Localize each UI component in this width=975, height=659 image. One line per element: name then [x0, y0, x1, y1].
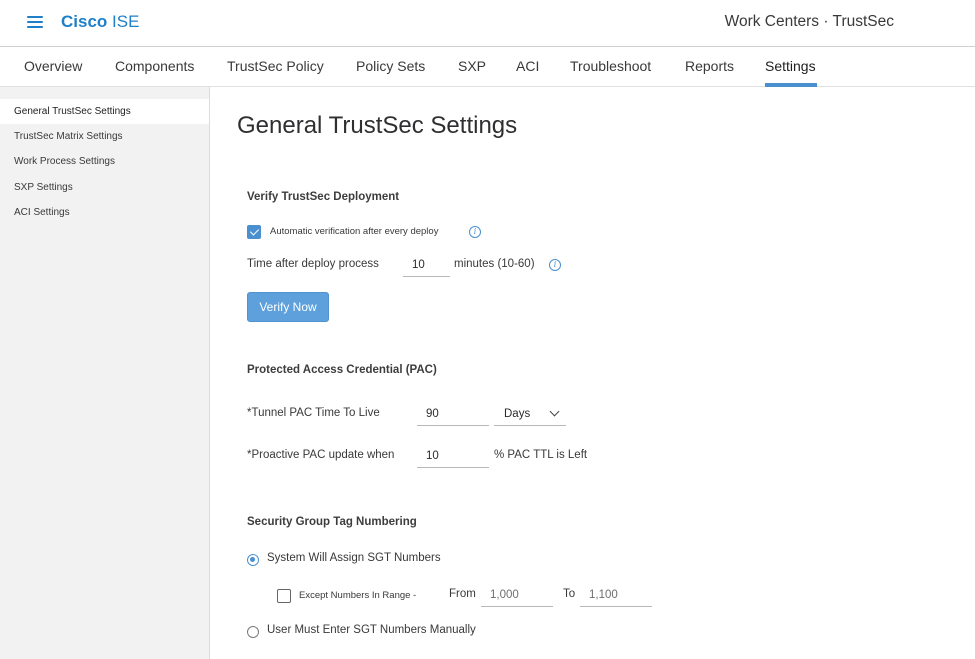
time-after-deploy-label: Time after deploy process — [247, 258, 379, 270]
main-tabs: Overview Components TrustSec Policy Poli… — [0, 48, 975, 87]
tab-aci[interactable]: ACI — [516, 58, 539, 74]
proactive-pac-label: *Proactive PAC update when — [247, 449, 395, 461]
tunnel-pac-ttl-input[interactable] — [417, 402, 489, 426]
time-unit-label: minutes (10-60) — [454, 258, 535, 270]
to-label: To — [563, 588, 576, 600]
brand-secondary: ISE — [112, 12, 140, 31]
auto-verify-checkbox[interactable] — [247, 225, 261, 239]
system-assign-sgt-radio[interactable] — [247, 554, 259, 566]
tab-reports[interactable]: Reports — [685, 58, 734, 74]
tab-settings[interactable]: Settings — [765, 58, 816, 74]
verify-section-title: Verify TrustSec Deployment — [247, 191, 400, 203]
tunnel-pac-ttl-label: *Tunnel PAC Time To Live — [247, 407, 380, 419]
from-label: From — [449, 588, 476, 600]
proactive-pac-input[interactable] — [417, 444, 489, 468]
sidebar-item-trustsec-matrix-settings[interactable]: TrustSec Matrix Settings — [0, 124, 209, 149]
tab-sxp[interactable]: SXP — [458, 58, 486, 74]
page-title: General TrustSec Settings — [237, 112, 518, 139]
proactive-pac-suffix: % PAC TTL is Left — [494, 449, 588, 461]
top-header: Cisco ISE Work Centers · TrustSec — [0, 0, 975, 47]
manual-sgt-radio[interactable] — [247, 626, 259, 638]
info-icon[interactable]: i — [469, 226, 481, 238]
tab-policy-sets[interactable]: Policy Sets — [356, 58, 425, 74]
tab-overview[interactable]: Overview — [24, 58, 82, 74]
sgt-section-title: Security Group Tag Numbering — [247, 516, 417, 528]
tab-components[interactable]: Components — [115, 58, 194, 74]
system-assign-sgt-label: System Will Assign SGT Numbers — [267, 552, 441, 564]
app-brand[interactable]: Cisco ISE — [61, 12, 139, 32]
active-tab-indicator — [765, 83, 817, 87]
sidebar-item-work-process-settings[interactable]: Work Process Settings — [0, 149, 209, 174]
sidebar-item-aci-settings[interactable]: ACI Settings — [0, 200, 209, 225]
verify-now-button[interactable]: Verify Now — [247, 292, 329, 322]
except-range-checkbox[interactable] — [277, 589, 291, 603]
sidebar-item-sxp-settings[interactable]: SXP Settings — [0, 175, 209, 200]
except-range-label: Except Numbers In Range - — [299, 590, 417, 601]
pac-section-title: Protected Access Credential (PAC) — [247, 364, 437, 376]
chevron-down-icon — [549, 406, 560, 417]
settings-sidebar: General TrustSec Settings TrustSec Matri… — [0, 87, 210, 659]
range-to-input[interactable] — [580, 583, 652, 607]
tab-trustsec-policy[interactable]: TrustSec Policy — [227, 58, 324, 74]
tab-troubleshoot[interactable]: Troubleshoot — [570, 58, 651, 74]
sidebar-item-general-trustsec-settings[interactable]: General TrustSec Settings — [0, 99, 209, 124]
ttl-unit-select[interactable]: Days — [494, 402, 566, 426]
manual-sgt-label: User Must Enter SGT Numbers Manually — [267, 624, 476, 636]
info-icon[interactable]: i — [549, 259, 561, 271]
hamburger-menu-icon[interactable] — [27, 16, 43, 29]
ttl-unit-selected: Days — [504, 408, 531, 420]
auto-verify-label: Automatic verification after every deplo… — [270, 226, 439, 237]
time-after-deploy-input[interactable] — [403, 253, 450, 277]
range-from-input[interactable] — [481, 583, 553, 607]
context-title: Work Centers · TrustSec — [724, 13, 894, 30]
brand-primary: Cisco — [61, 12, 108, 31]
